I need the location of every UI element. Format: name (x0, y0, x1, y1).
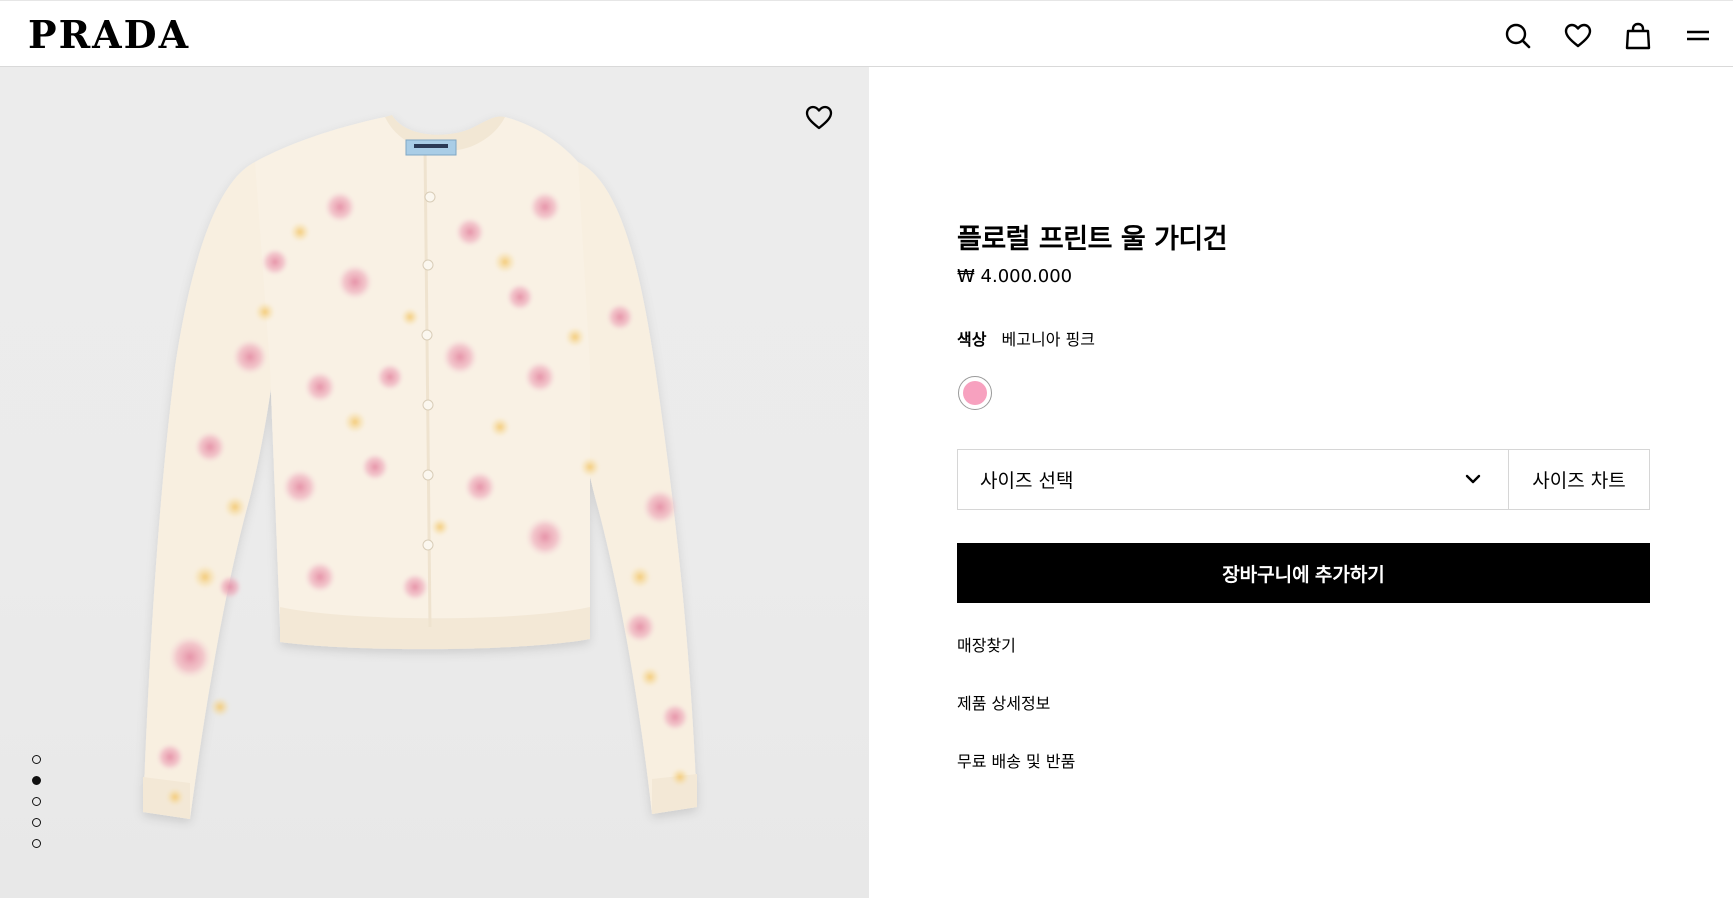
add-to-cart-button[interactable]: 장바구니에 추가하기 (957, 543, 1650, 603)
site-header: PRADA (0, 0, 1733, 67)
color-label: 색상 (957, 330, 987, 349)
shipping-returns-link[interactable]: 무료 배송 및 반품 (957, 748, 1075, 772)
gallery-pagination (32, 755, 41, 848)
header-icon-bar (1503, 21, 1713, 51)
size-select-label: 사이즈 선택 (980, 470, 1074, 492)
gallery-dot[interactable] (32, 818, 41, 827)
color-row: 색상 베고니아 핑크 (957, 326, 1095, 350)
cardigan-image (143, 115, 697, 819)
color-swatch[interactable] (958, 376, 992, 410)
menu-icon[interactable] (1683, 21, 1713, 51)
prada-logo[interactable]: PRADA (28, 16, 190, 54)
size-chart-button[interactable]: 사이즈 차트 (1508, 449, 1650, 510)
search-icon[interactable] (1503, 21, 1533, 51)
gallery-dot[interactable] (32, 755, 41, 764)
gallery-dot[interactable] (32, 839, 41, 848)
color-value: 베고니아 핑크 (1001, 330, 1095, 349)
gallery-dot-active[interactable] (32, 776, 41, 785)
heart-icon[interactable] (1563, 21, 1593, 51)
product-image-gallery[interactable] (0, 67, 869, 898)
product-price: ₩ 4.000.000 (957, 266, 1073, 287)
size-select-dropdown[interactable]: 사이즈 선택 (957, 449, 1509, 510)
gallery-dot[interactable] (32, 797, 41, 806)
store-locator-link[interactable]: 매장찾기 (957, 632, 1016, 656)
color-swatch-fill (963, 381, 987, 405)
wishlist-heart-icon[interactable] (804, 103, 834, 133)
chevron-down-icon (1464, 470, 1482, 493)
product-title: 플로럴 프린트 울 가디건 (957, 224, 1228, 255)
product-details-link[interactable]: 제품 상세정보 (957, 690, 1050, 714)
shopping-bag-icon[interactable] (1623, 21, 1653, 51)
